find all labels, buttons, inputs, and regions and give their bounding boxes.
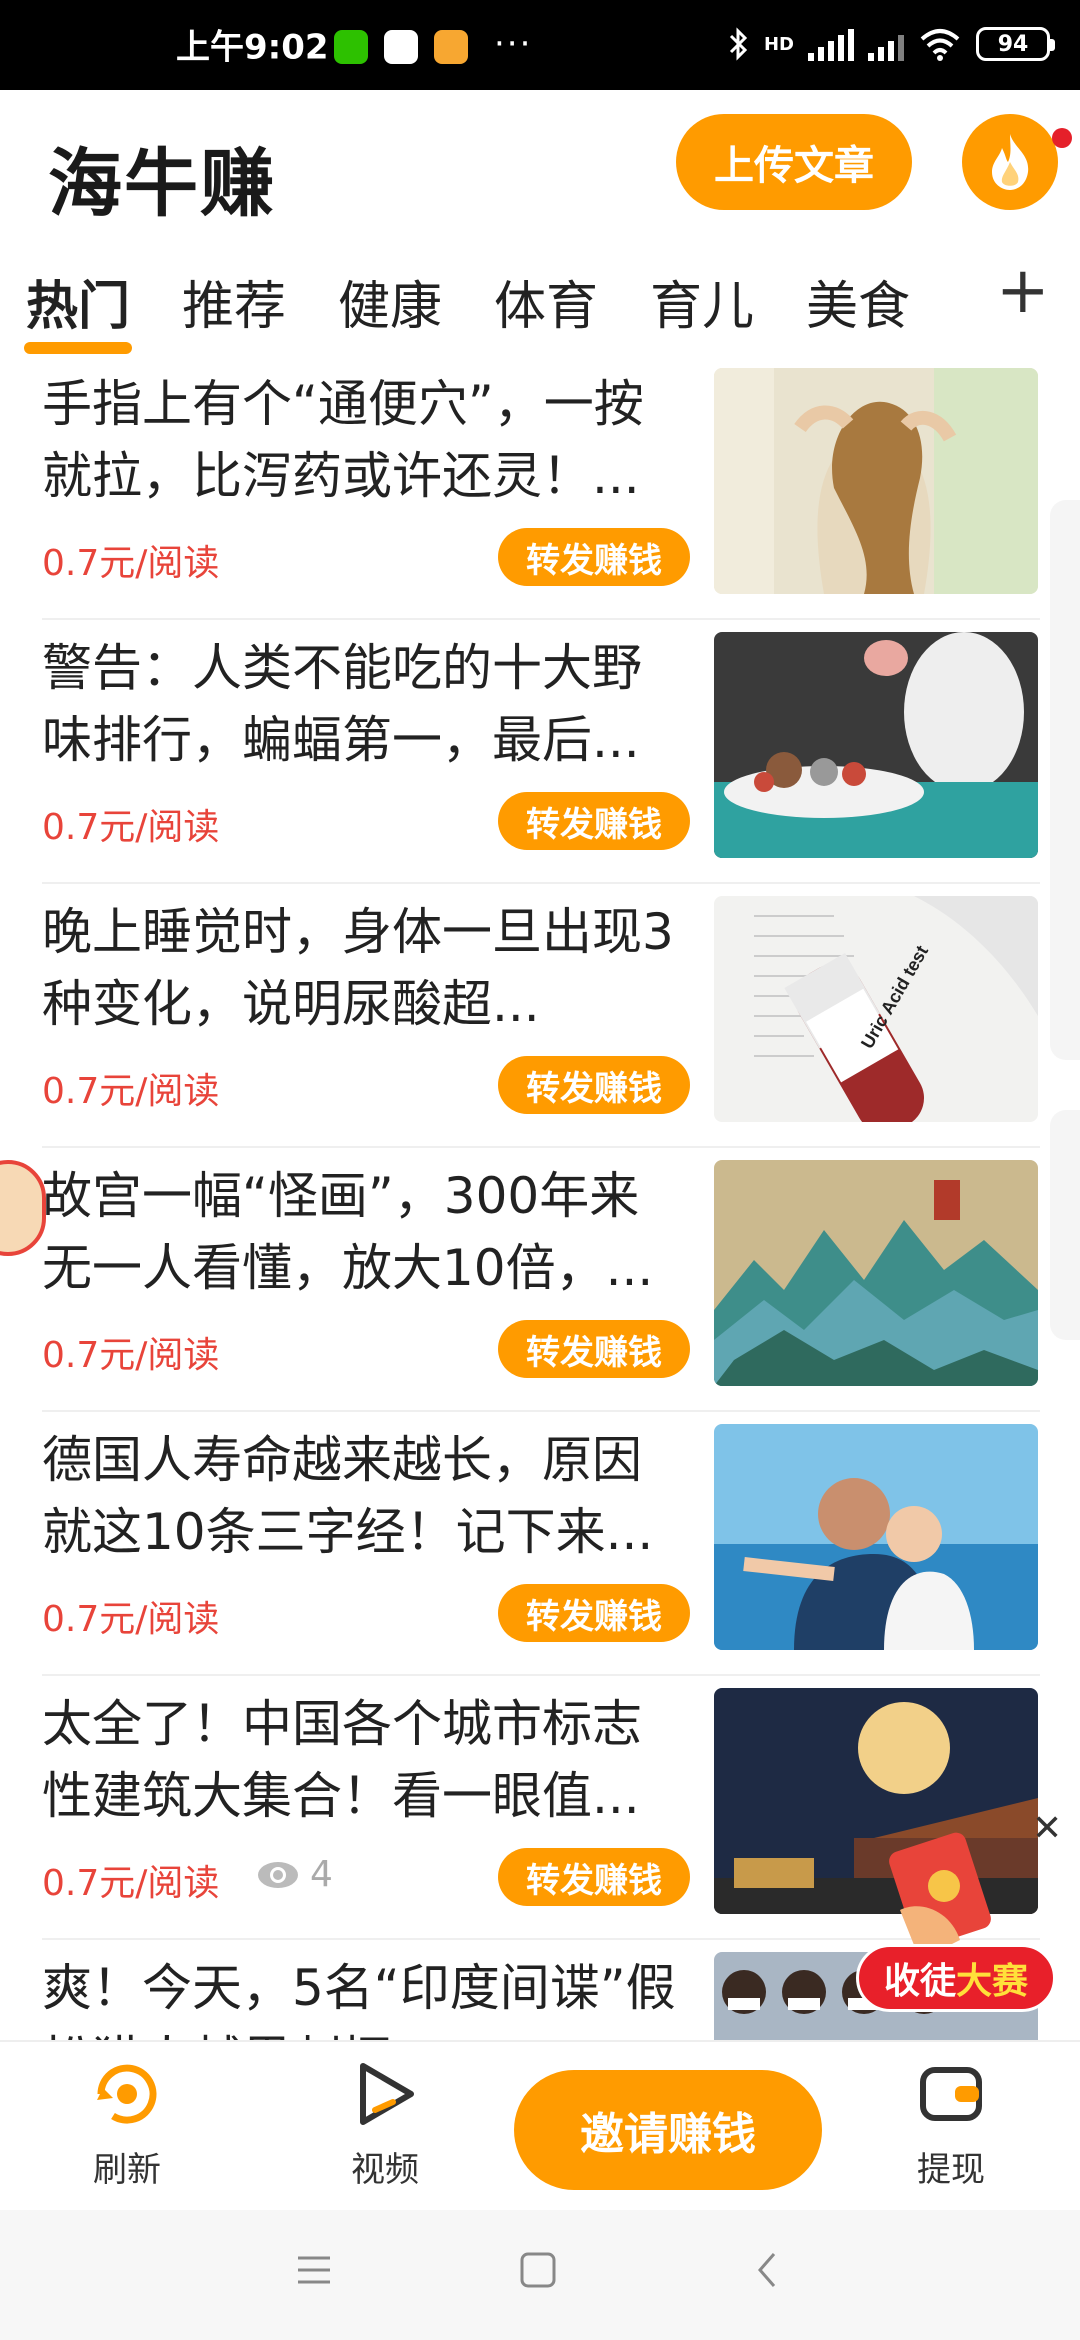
add-tab-button[interactable]: + <box>996 254 1050 328</box>
reward-price: 0.7元/阅读 <box>42 1863 220 1904</box>
badge-text-b: 大赛 <box>956 1961 1029 2002</box>
share-earn-button[interactable]: 转发赚钱 <box>498 1848 690 1906</box>
share-earn-button[interactable]: 转发赚钱 <box>498 1584 690 1642</box>
nav-withdraw[interactable]: 提现 <box>876 2056 1026 2191</box>
article-title[interactable]: 故宫一幅“怪画”，300年来无一人看懂，放大10倍，... <box>42 1160 682 1304</box>
tab-food[interactable]: 美食 <box>806 264 910 339</box>
battery-indicator: 94 <box>976 27 1055 61</box>
bottom-nav: 刷新 视频 邀请赚钱 提现 <box>0 2040 1080 2210</box>
eye-icon <box>258 1861 298 1888</box>
tab-parenting[interactable]: 育儿 <box>650 264 754 339</box>
system-navigation-bar <box>0 2210 1080 2340</box>
refresh-icon <box>97 2064 157 2124</box>
article-item[interactable]: 警告：人类不能吃的十大野味排行，蝙蝠第一，最后... 0.7元/阅读 转发赚钱 <box>42 622 1040 884</box>
side-handle-bottom[interactable] <box>1050 1110 1080 1340</box>
tab-recommend[interactable]: 推荐 <box>182 264 286 339</box>
qq-icon <box>384 30 418 64</box>
article-title[interactable]: 手指上有个“通便穴”，一按就拉，比泻药或许还灵！... <box>42 368 682 512</box>
nav-video[interactable]: 视频 <box>310 2056 460 2191</box>
signal-2-icon <box>868 27 904 61</box>
nav-video-label: 视频 <box>351 2150 419 2190</box>
notification-dot <box>1052 128 1072 148</box>
category-tabs: 热门 推荐 健康 体育 育儿 美食 + <box>0 246 1080 358</box>
wechat-icon <box>334 30 368 64</box>
badge-text-a: 收徒 <box>883 1961 956 2002</box>
share-earn-button[interactable]: 转发赚钱 <box>498 1320 690 1378</box>
article-thumbnail[interactable] <box>714 1424 1038 1650</box>
article-item[interactable]: 故宫一幅“怪画”，300年来无一人看懂，放大10倍，... 0.7元/阅读 转发… <box>42 1150 1040 1412</box>
upload-article-button[interactable]: 上传文章 <box>676 114 912 210</box>
active-tab-indicator <box>24 342 132 354</box>
home-icon[interactable] <box>518 2250 558 2290</box>
wifi-icon <box>920 29 960 61</box>
share-earn-button[interactable]: 转发赚钱 <box>498 1056 690 1114</box>
app-title: 海牛赚 <box>48 141 276 227</box>
view-count: 4 <box>256 1854 333 1895</box>
wallet-icon <box>920 2067 982 2121</box>
article-item[interactable]: 晚上睡觉时，身体一旦出现3种变化，说明尿酸超... 0.7元/阅读 转发赚钱 U… <box>42 886 1040 1148</box>
article-item[interactable]: 德国人寿命越来越长，原因就这10条三字经！记下来... 0.7元/阅读 转发赚钱 <box>42 1414 1040 1676</box>
status-bar: 上午9:02 ··· HD 94 <box>0 0 1080 90</box>
article-thumbnail[interactable] <box>714 632 1038 858</box>
tab-sports[interactable]: 体育 <box>494 264 598 339</box>
hot-flame-button[interactable] <box>962 114 1058 210</box>
invite-earn-button[interactable]: 邀请赚钱 <box>514 2070 822 2190</box>
article-thumbnail[interactable]: Uric Acid test <box>714 896 1038 1122</box>
red-envelope-icon[interactable] <box>880 1830 1000 1960</box>
reward-price: 0.7元/阅读 <box>42 543 220 584</box>
more-notifications-icon: ··· <box>494 24 533 64</box>
close-promo-button[interactable]: ✕ <box>1032 1808 1062 1849</box>
notes-icon <box>434 30 468 64</box>
signal-icon <box>808 27 854 61</box>
share-earn-button[interactable]: 转发赚钱 <box>498 528 690 586</box>
reward-price: 0.7元/阅读 <box>42 1599 220 1640</box>
recruit-contest-badge[interactable]: 收徒 大赛 <box>856 1944 1056 2012</box>
article-title[interactable]: 警告：人类不能吃的十大野味排行，蝙蝠第一，最后... <box>42 632 682 776</box>
article-title[interactable]: 太全了！中国各个城市标志性建筑大集合！看一眼值... <box>42 1688 682 1832</box>
article-thumbnail[interactable] <box>714 1160 1038 1386</box>
status-icons: HD 94 <box>728 27 1055 61</box>
reward-price: 0.7元/阅读 <box>42 1071 220 1112</box>
bluetooth-icon <box>729 27 748 61</box>
share-earn-button[interactable]: 转发赚钱 <box>498 792 690 850</box>
menu-icon[interactable] <box>296 2250 332 2290</box>
article-list[interactable]: 手指上有个“通便穴”，一按就拉，比泻药或许还灵！... 0.7元/阅读 转发赚钱… <box>0 358 1080 2040</box>
article-title[interactable]: 德国人寿命越来越长，原因就这10条三字经！记下来... <box>42 1424 682 1568</box>
nav-refresh-label: 刷新 <box>93 2150 161 2190</box>
tab-hot[interactable]: 热门 <box>26 264 130 339</box>
article-title[interactable]: 晚上睡觉时，身体一旦出现3种变化，说明尿酸超... <box>42 896 682 1040</box>
flame-icon <box>992 134 1029 190</box>
article-thumbnail[interactable] <box>714 368 1038 594</box>
back-icon[interactable] <box>752 2250 782 2290</box>
nav-refresh[interactable]: 刷新 <box>52 2056 202 2191</box>
app-header: 海牛赚 上传文章 <box>0 90 1080 238</box>
article-title[interactable]: 爽！今天，5名“印度间谍”假扮猎人越界刺探... <box>42 1952 682 2040</box>
view-count-value: 4 <box>310 1854 333 1895</box>
side-handle-top[interactable] <box>1050 500 1080 1060</box>
network-type-label: HD <box>763 33 794 55</box>
article-item[interactable]: 手指上有个“通便穴”，一按就拉，比泻药或许还灵！... 0.7元/阅读 转发赚钱 <box>42 358 1040 620</box>
tab-health[interactable]: 健康 <box>338 264 442 339</box>
nav-withdraw-label: 提现 <box>917 2150 985 2190</box>
reward-price: 0.7元/阅读 <box>42 1335 220 1376</box>
play-icon <box>360 2063 414 2125</box>
reward-price: 0.7元/阅读 <box>42 807 220 848</box>
status-time: 上午9:02 <box>176 27 329 68</box>
